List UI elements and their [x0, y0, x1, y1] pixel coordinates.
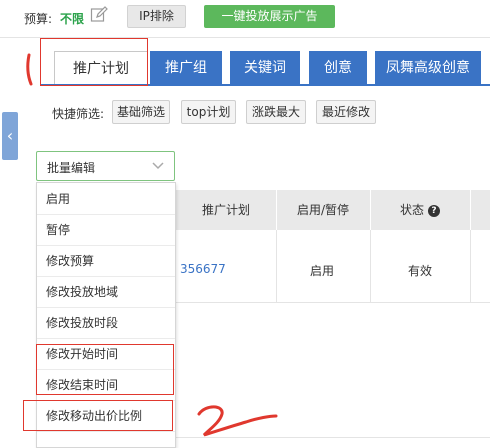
column-divider: [470, 190, 471, 230]
annotation-box-tab: [40, 38, 148, 86]
plan-status-value: 有效: [408, 264, 433, 278]
quick-filter-label: 快捷筛选:: [52, 107, 105, 121]
batch-edit-select[interactable]: 批量编辑: [36, 151, 175, 181]
annotation-number-one: [26, 53, 33, 86]
help-icon[interactable]: ?: [428, 204, 440, 217]
column-header-status[interactable]: 状态?: [370, 190, 470, 230]
annotation-box-bid: [23, 400, 173, 431]
ip-exclude-button[interactable]: IP排除: [127, 5, 186, 28]
display-ad-button[interactable]: 一键投放展示广告: [204, 5, 335, 28]
menu-item-budget[interactable]: 修改预算: [37, 246, 175, 277]
menu-item-pause[interactable]: 暂停: [37, 215, 175, 246]
tab-group[interactable]: 推广组: [150, 51, 222, 85]
menu-item-enable[interactable]: 启用: [37, 184, 175, 215]
edit-icon[interactable]: [90, 6, 108, 24]
status-header-label: 状态: [399, 203, 424, 217]
plan-id-link[interactable]: 356677: [180, 262, 226, 276]
annotation-box-time: [36, 344, 174, 395]
tab-advanced-creative[interactable]: 凤舞高级创意: [375, 51, 481, 85]
filter-recent-button[interactable]: 最近修改: [316, 100, 376, 124]
tab-creative[interactable]: 创意: [309, 51, 367, 85]
sidebar-collapse-handle[interactable]: ‹: [2, 112, 18, 160]
tab-keyword[interactable]: 关键词: [230, 51, 300, 85]
batch-edit-label: 批量编辑: [47, 161, 96, 175]
column-divider: [470, 230, 471, 302]
menu-item-region[interactable]: 修改投放地域: [37, 277, 175, 308]
budget-label: 预算:: [24, 12, 53, 26]
column-divider: [276, 230, 277, 302]
chevron-down-icon: [152, 162, 164, 170]
column-divider: [370, 230, 371, 302]
filter-change-button[interactable]: 涨跌最大: [246, 100, 306, 124]
budget-value: 不限: [60, 12, 85, 26]
column-header-toggle[interactable]: 启用/暂停: [276, 190, 370, 230]
menu-item-schedule[interactable]: 修改投放时段: [37, 308, 175, 339]
column-header-plan[interactable]: 推广计划: [176, 190, 276, 230]
annotation-number-two: [197, 405, 278, 437]
plan-toggle-value[interactable]: 启用: [310, 262, 334, 279]
filter-basic-button[interactable]: 基础筛选: [112, 100, 170, 124]
filter-top-button[interactable]: top计划: [181, 100, 236, 124]
